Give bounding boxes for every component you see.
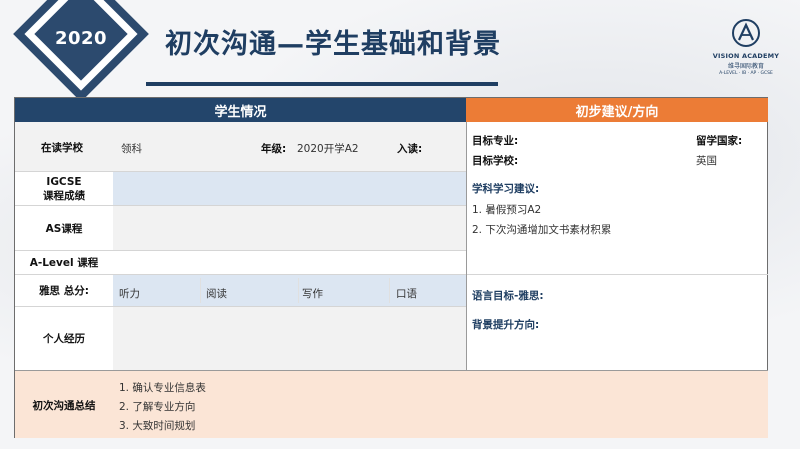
- summary-item: 2. 了解专业方向: [119, 401, 196, 413]
- ielts-speaking: 口语: [396, 288, 417, 300]
- ielts-reading: 阅读: [206, 288, 227, 300]
- column-divider: [466, 122, 467, 370]
- country-label: 留学国家:: [696, 135, 743, 147]
- brand-name: VISION ACADEMY: [712, 52, 780, 60]
- brand-chinese-name: 维寻国际教育: [727, 63, 764, 70]
- country-value: 英国: [696, 155, 717, 167]
- ielts-divider: [200, 278, 201, 303]
- summary-section: 初次沟通总结 1. 确认专业信息表 2. 了解专业方向 3. 大致时间规划: [15, 370, 768, 438]
- student-status-header: 学生情况: [15, 98, 466, 122]
- summary-list: 1. 确认专业信息表 2. 了解专业方向 3. 大致时间规划: [119, 379, 206, 436]
- title-underline: [146, 82, 498, 86]
- summary-item: 1. 确认专业信息表: [119, 382, 206, 394]
- school-value: 领科: [121, 143, 142, 155]
- ielts-divider: [389, 278, 390, 303]
- summary-item: 3. 大致时间规划: [119, 420, 196, 432]
- ielts-divider: [298, 278, 299, 303]
- ielts-label: 雅思 总分:: [39, 285, 89, 297]
- enroll-label: 入读:: [397, 143, 423, 155]
- igcse-label-line2: 课程成绩: [43, 189, 85, 202]
- experience-label: 个人经历: [43, 333, 85, 345]
- alevel-label: A-Level 课程: [29, 257, 99, 269]
- experience-field: [113, 307, 466, 370]
- igcse-label: IGCSE 课程成绩: [15, 172, 113, 205]
- ielts-writing: 写作: [302, 288, 323, 300]
- subject-advice-item: 2. 下次沟通增加文书素材积累: [472, 224, 612, 236]
- row-separator: [467, 274, 768, 275]
- page-title: 初次沟通—学生基础和背景: [165, 29, 501, 60]
- as-field: [113, 206, 466, 250]
- target-school-label: 目标学校:: [472, 155, 519, 167]
- target-major-label: 目标专业:: [472, 135, 519, 147]
- grade-label: 年级:: [261, 143, 287, 155]
- subject-advice-label: 学科学习建议:: [472, 183, 540, 195]
- brand-programs: A-LEVEL · IB · AP · GCSE: [719, 71, 773, 76]
- summary-label: 初次沟通总结: [32, 399, 96, 412]
- school-label: 在读学校: [41, 142, 83, 154]
- brand-logo: VISION ACADEMY 维寻国际教育 A-LEVEL · IB · AP …: [706, 18, 786, 76]
- year-label: 2020: [54, 28, 108, 49]
- igcse-label-line1: IGCSE: [46, 175, 82, 188]
- ielts-listening: 听力: [119, 288, 140, 300]
- info-table: 学生情况 初步建议/方向 在读学校 领科 年级: 2020开学A2 入读: IG…: [14, 97, 768, 438]
- language-goal-label: 语言目标-雅思:: [472, 290, 544, 302]
- igcse-field: [113, 172, 466, 205]
- background-direction-label: 背景提升方向:: [472, 319, 540, 331]
- recommendation-header: 初步建议/方向: [466, 98, 768, 122]
- academy-logo-icon: [731, 18, 761, 48]
- as-label: AS课程: [45, 222, 83, 235]
- subject-advice-item: 1. 暑假预习A2: [472, 204, 542, 216]
- grade-value: 2020开学A2: [297, 143, 359, 155]
